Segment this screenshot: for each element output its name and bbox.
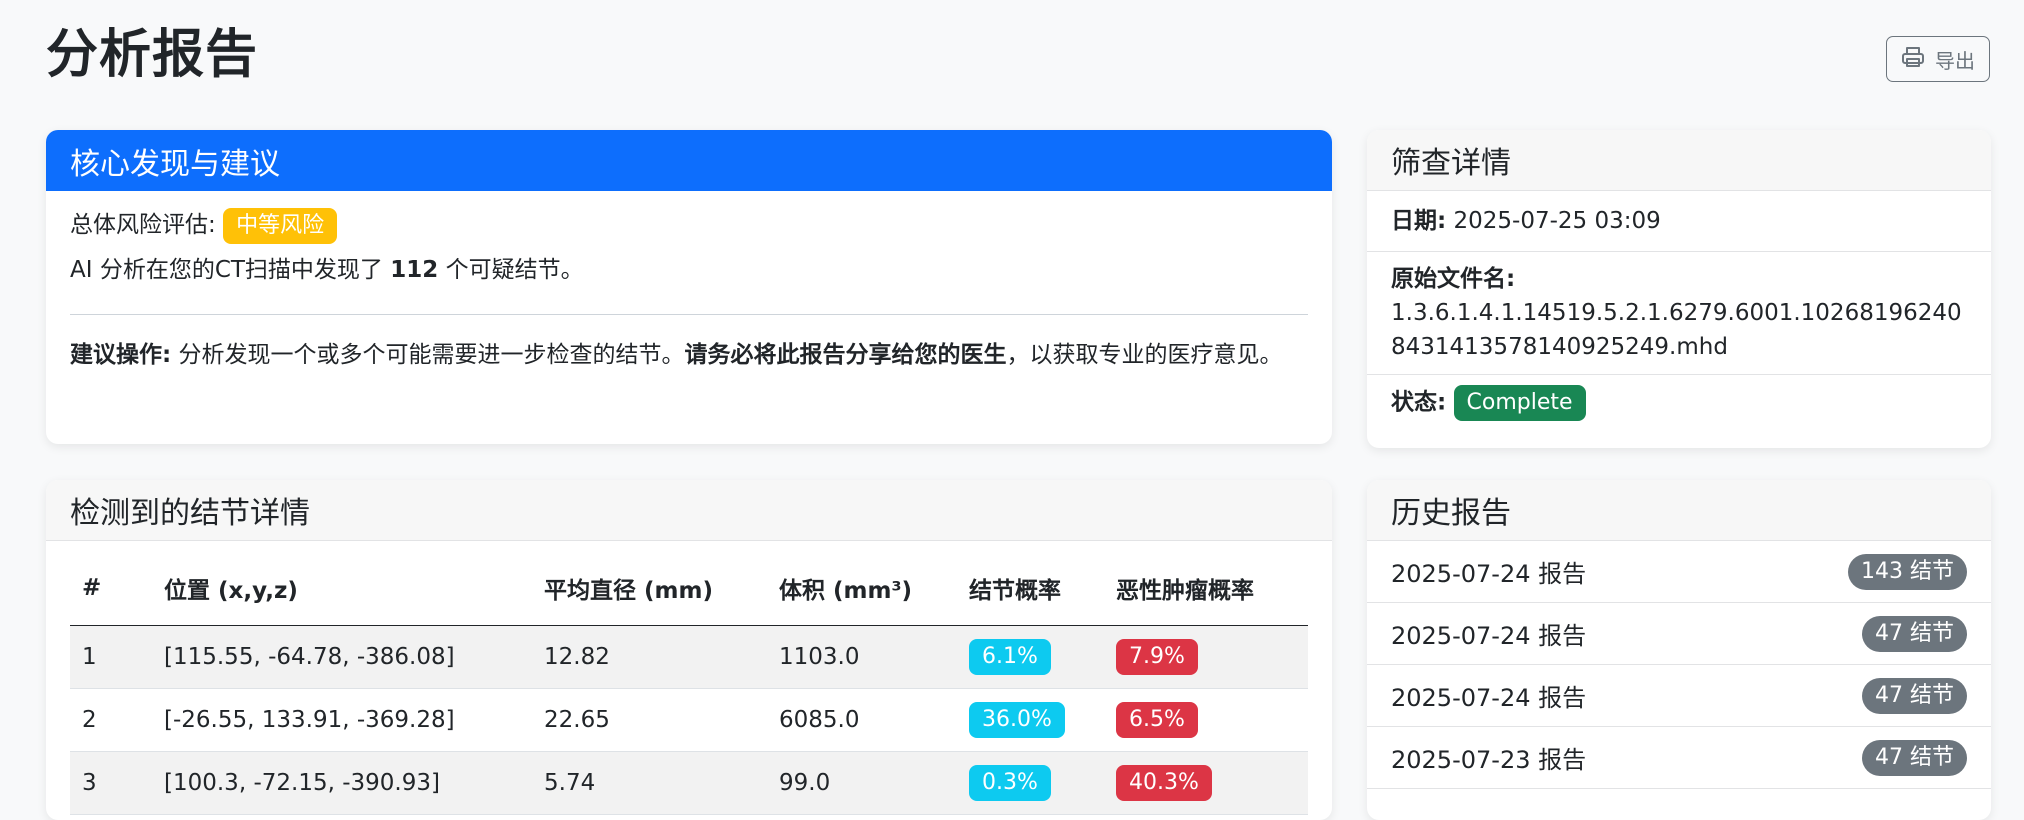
- column-header: 体积 (mm³): [767, 541, 957, 626]
- column-header: 结节概率: [957, 541, 1104, 626]
- recommend-label: 建议操作:: [70, 341, 172, 368]
- risk-label: 总体风险评估:: [70, 212, 216, 238]
- risk-badge: 中等风险: [223, 207, 338, 244]
- history-item[interactable]: 2025-07-24 报告 47 结节: [1367, 665, 1991, 727]
- nodule-id: 1: [70, 625, 152, 689]
- nodule-id: 3: [70, 751, 152, 815]
- status-badge: Complete: [1453, 385, 1586, 421]
- nodule-prob-badge: 0.3%: [969, 764, 1051, 801]
- summary-prefix: AI 分析在您的CT扫描中发现了: [70, 256, 383, 283]
- details-card-header: 筛查详情: [1367, 130, 1991, 191]
- findings-card-header: 核心发现与建议: [46, 130, 1332, 191]
- printer-icon: [1901, 45, 1925, 74]
- nodule-position: [-26.55, 133.91, -369.28]: [152, 688, 532, 752]
- filename-row: 原始文件名: 1.3.6.1.4.1.14519.5.2.1.6279.6001…: [1367, 252, 1991, 375]
- date-row: 日期: 2025-07-25 03:09: [1367, 191, 1991, 252]
- nodule-position: [100.3, -72.15, -390.93]: [152, 751, 532, 815]
- nodules-card: 检测到的结节详情 # 位置 (x,y,z) 平均直径 (mm) 体积 (mm³)…: [46, 480, 1332, 820]
- malignancy-prob-badge: 7.9%: [1116, 638, 1198, 675]
- nodule-volume: 6085.0: [767, 688, 957, 752]
- history-item-label: 2025-07-24 报告: [1391, 684, 1587, 712]
- malignancy-prob-badge: 6.5%: [1116, 701, 1198, 738]
- column-header: 恶性肿瘤概率: [1104, 541, 1308, 626]
- history-card: 历史报告 2025-07-24 报告 143 结节 2025-07-24 报告 …: [1367, 480, 1991, 820]
- export-label: 导出: [1935, 48, 1975, 73]
- status-row: 状态: Complete: [1367, 375, 1991, 431]
- summary-suffix: 个可疑结节。: [445, 256, 584, 283]
- history-count-badge: 47 结节: [1862, 739, 1967, 776]
- history-item-label: 2025-07-24 报告: [1391, 560, 1587, 588]
- status-label: 状态:: [1391, 389, 1447, 416]
- history-item[interactable]: 2025-07-24 报告 143 结节: [1367, 541, 1991, 603]
- nodules-card-header: 检测到的结节详情: [46, 480, 1332, 541]
- nodule-diameter: 5.74: [532, 751, 767, 815]
- recommend-text: 分析发现一个或多个可能需要进一步检查的结节。: [178, 341, 685, 368]
- nodule-prob-badge: 36.0%: [969, 701, 1065, 738]
- filename-label: 原始文件名:: [1391, 266, 1516, 292]
- nodule-count: 112: [390, 256, 439, 283]
- nodule-diameter: 22.65: [532, 688, 767, 752]
- history-item-label: 2025-07-23 报告: [1391, 746, 1587, 774]
- table-row: 2 [-26.55, 133.91, -369.28] 22.65 6085.0…: [70, 688, 1308, 752]
- history-item[interactable]: 2025-07-24 报告 47 结节: [1367, 603, 1991, 665]
- divider: [70, 313, 1308, 315]
- history-item-label: 2025-07-24 报告: [1391, 622, 1587, 650]
- recommend-tail: ，以获取专业的医疗意见。: [1006, 341, 1283, 368]
- nodule-id: 2: [70, 688, 152, 752]
- nodule-position: [115.55, -64.78, -386.08]: [152, 625, 532, 689]
- history-count-badge: 47 结节: [1862, 677, 1967, 714]
- summary-text: AI 分析在您的CT扫描中发现了 112 个可疑结节。: [70, 252, 1308, 288]
- column-header: 平均直径 (mm): [532, 541, 767, 626]
- details-card: 筛查详情 日期: 2025-07-25 03:09 原始文件名: 1.3.6.1…: [1367, 130, 1991, 448]
- nodule-diameter: 12.82: [532, 625, 767, 689]
- page-title: 分析报告: [46, 25, 259, 85]
- recommendation-text: 建议操作: 分析发现一个或多个可能需要进一步检查的结节。请务必将此报告分享给您的…: [70, 337, 1308, 373]
- malignancy-prob-badge: 40.3%: [1116, 764, 1212, 801]
- risk-assessment: 总体风险评估: 中等风险: [70, 207, 1308, 244]
- nodule-volume: 99.0: [767, 751, 957, 815]
- nodule-prob-badge: 6.1%: [969, 638, 1051, 675]
- history-card-header: 历史报告: [1367, 480, 1991, 541]
- date-value: 2025-07-25 03:09: [1453, 208, 1661, 234]
- date-label: 日期:: [1391, 208, 1447, 234]
- history-count-badge: 143 结节: [1848, 553, 1967, 590]
- table-row: 1 [115.55, -64.78, -386.08] 12.82 1103.0…: [70, 625, 1308, 689]
- history-item[interactable]: 2025-07-23 报告 47 结节: [1367, 727, 1991, 789]
- history-count-badge: 47 结节: [1862, 615, 1967, 652]
- nodule-volume: 1103.0: [767, 625, 957, 689]
- findings-card: 核心发现与建议 总体风险评估: 中等风险 AI 分析在您的CT扫描中发现了 11…: [46, 130, 1332, 444]
- export-button[interactable]: 导出: [1886, 36, 1990, 82]
- filename-value: 1.3.6.1.4.1.14519.5.2.1.6279.6001.102681…: [1391, 300, 1962, 360]
- column-header: 位置 (x,y,z): [152, 541, 532, 626]
- nodules-table: # 位置 (x,y,z) 平均直径 (mm) 体积 (mm³) 结节概率 恶性肿…: [70, 541, 1308, 815]
- table-header-row: # 位置 (x,y,z) 平均直径 (mm) 体积 (mm³) 结节概率 恶性肿…: [70, 541, 1308, 626]
- recommend-emphasis: 请务必将此报告分享给您的医生: [684, 341, 1007, 368]
- column-header: #: [70, 541, 152, 626]
- table-row: 3 [100.3, -72.15, -390.93] 5.74 99.0 0.3…: [70, 751, 1308, 815]
